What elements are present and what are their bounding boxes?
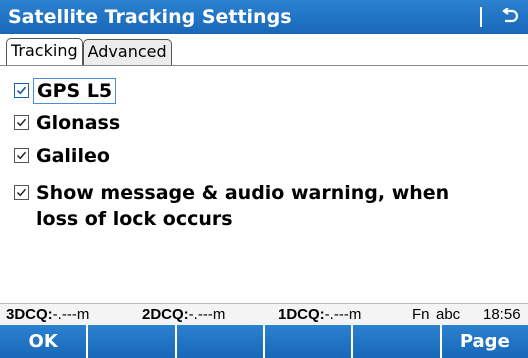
- status-bar: 3DCQ:-.---m 2DCQ:-.---m 1DCQ:-.---m Fn a…: [0, 303, 528, 325]
- option-loss-of-lock-warning[interactable]: Show message & audio warning, when loss …: [14, 180, 449, 232]
- loss-of-lock-checkbox[interactable]: [14, 185, 29, 200]
- loss-of-lock-label-line2: loss of lock occurs: [36, 208, 233, 230]
- dcq3-value: -.---m: [52, 306, 90, 323]
- return-arrow-icon: [502, 8, 519, 23]
- page-button[interactable]: Page: [442, 325, 528, 358]
- dcq2-label: 2DCQ:: [142, 306, 189, 323]
- tab-content: GPS L5 Glonass Galileo Show message & au…: [0, 65, 528, 230]
- softkey-5[interactable]: [353, 325, 442, 358]
- galileo-label: Galileo: [36, 145, 110, 167]
- option-galileo[interactable]: Galileo: [14, 143, 110, 169]
- dcq1-label: 1DCQ:: [278, 306, 325, 323]
- clock: 18:56: [483, 306, 521, 323]
- dcq1-value: -.---m: [324, 306, 362, 323]
- softkey-4[interactable]: [265, 325, 354, 358]
- checkmark-icon: [16, 151, 27, 160]
- checkmark-icon: [16, 188, 27, 197]
- gps-l5-label: GPS L5: [33, 78, 117, 104]
- glonass-checkbox[interactable]: [14, 115, 29, 130]
- dcq3-readout: 3DCQ:-.---m: [6, 306, 89, 323]
- softkey-2[interactable]: [88, 325, 177, 358]
- glonass-label: Glonass: [36, 112, 121, 134]
- dcq2-readout: 2DCQ:-.---m: [142, 306, 225, 323]
- tab-strip: Tracking Advanced: [6, 38, 172, 65]
- tab-tracking[interactable]: Tracking: [6, 38, 83, 65]
- checkmark-icon: [16, 118, 27, 127]
- dcq2-value: -.---m: [188, 306, 226, 323]
- softkey-bar: OK Page: [0, 325, 528, 358]
- option-glonass[interactable]: Glonass: [14, 110, 120, 136]
- loss-of-lock-label: Show message & audio warning, when loss …: [36, 180, 449, 232]
- input-mode-indicator: abc: [436, 306, 461, 323]
- title-bar: Satellite Tracking Settings: [0, 0, 528, 34]
- ok-button[interactable]: OK: [0, 325, 89, 358]
- back-button[interactable]: [492, 0, 528, 34]
- gps-l5-checkbox[interactable]: [14, 83, 29, 98]
- checkmark-icon: [16, 86, 27, 95]
- title-separator: [480, 7, 482, 27]
- loss-of-lock-label-line1: Show message & audio warning, when: [36, 182, 450, 204]
- dcq3-label: 3DCQ:: [6, 306, 53, 323]
- fn-indicator: Fn: [412, 306, 430, 323]
- page-title: Satellite Tracking Settings: [8, 6, 292, 28]
- tab-advanced[interactable]: Advanced: [82, 39, 172, 65]
- option-gps-l5[interactable]: GPS L5: [14, 78, 117, 104]
- softkey-3[interactable]: [177, 325, 265, 358]
- dcq1-readout: 1DCQ:-.---m: [278, 306, 361, 323]
- galileo-checkbox[interactable]: [14, 148, 29, 163]
